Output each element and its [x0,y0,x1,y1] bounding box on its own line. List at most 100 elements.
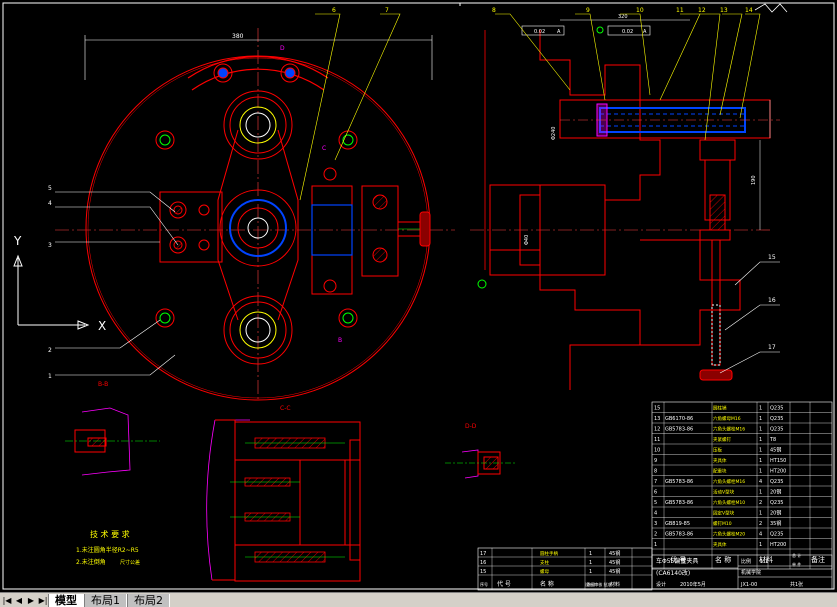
bom-row-qty: 2 [759,500,762,506]
school-name: 机械学院 [741,569,761,576]
bom-row-material: Q235 [770,500,783,506]
tab-layout-2[interactable]: 布局2 [127,593,170,607]
bom-row-name: 活动V型块 [713,489,735,496]
bom-table: 15 圆柱销 1 Q23513 GB6170-86 六角螺母M16 1 Q23512 GB578… [651,401,833,570]
bom-row-name: 六角头螺栓M16 [713,478,745,485]
section-dd-label: D-D [465,423,477,430]
bom-row-no: 13 [654,416,660,422]
side-leader-14: 14 [745,7,753,14]
side-leader-15: 15 [768,254,776,261]
bom-row-qty: 1 [759,458,762,464]
leader-2: 2 [48,347,52,354]
tab-prev-icon[interactable]: ◀ [14,594,24,606]
bom-row-name: 配重块 [713,468,727,475]
bom-left-row-no: 15 [480,569,486,575]
leader-4: 4 [48,200,52,207]
bom-row-name: 六角头螺栓M10 [713,499,745,506]
bom-row-name: 夹具体 [713,541,727,548]
datum-a-1: A [557,29,561,35]
side-leader-17: 17 [768,344,776,351]
front-width-dim: 380 [232,33,244,40]
bom-row-code: GB5783-86 [665,500,693,506]
bom-row-material: Q235 [770,406,783,412]
bom-row-no: 5 [654,500,657,506]
leader-1: 1 [48,373,52,380]
bom-left-header-code: 代 号 [497,580,511,588]
bom-row-material: Q235 [770,532,783,538]
bom-left-row-material: 45钢 [609,559,620,566]
bom-row-name: 压板 [713,447,722,454]
bom-row-qty: 1 [759,490,762,496]
tab-layout-1[interactable]: 布局1 [84,593,127,607]
side-dim-top: 320 [618,14,628,20]
bom-row-no: 2 [654,532,657,538]
bom-row-name: 螺钉M10 [713,520,732,527]
side-leader-12: 12 [698,7,706,14]
bom-row-qty: 1 [759,416,762,422]
bom-row-no: 10 [654,448,660,454]
bom-row-name: 六角头螺栓M20 [713,531,745,538]
bom-row-qty: 1 [759,437,762,443]
layout-tab-bar: |◀ ◀ ▶ ▶| 模型 布局1 布局2 [0,592,837,607]
bom-row-qty: 2 [759,521,762,527]
bom-row-name: 六角头螺栓M16 [713,426,745,433]
bom-row-material: HT200 [770,469,786,475]
bom-row-no: 11 [654,437,660,443]
bom-left-row-material: 45钢 [609,568,620,575]
section-mark-c: C [322,145,326,152]
section-bb: B-B [65,381,160,476]
bom-row-material: T8 [769,437,776,443]
cad-drawing-canvas[interactable]: 380 D C B 5 4 3 2 1 6 7 Y X 0.02 A 0.02 … [0,0,837,592]
section-dd: D-D [445,423,515,479]
datum-a-2: A [643,29,647,35]
section-mark-d: D [280,45,285,52]
bom-header-name: 名 称 [715,555,731,564]
ucs-icon: Y X [13,234,106,333]
bom-row-no: 4 [654,511,657,517]
front-view: 380 D C B 5 4 3 2 1 6 7 [48,7,455,401]
bom-left-row-qty: 1 [589,551,592,557]
tol-frame-1: 0.02 [534,29,545,35]
bom-row-no: 8 [654,469,657,475]
tech-req-line-1: 1.未注圆角半径R2~R5 [76,546,139,554]
side-leader-10: 10 [636,7,644,14]
bom-row-no: 3 [654,521,657,527]
tab-first-icon[interactable]: |◀ [2,594,12,606]
tech-req-line-3: 尺寸公差 [120,559,140,566]
leader-5: 5 [48,185,52,192]
sheet-count: 共1张 [790,581,803,588]
side-dim-left: Φ240 [551,127,557,140]
side-dim-right: 190 [751,175,757,185]
bom-row-material: 20钢 [770,510,781,517]
bom-header-note: 备注 [811,555,825,564]
bom-left-row-no: 16 [480,560,486,566]
bom-row-material: Q235 [770,416,783,422]
drawing-number: JX1-00 [740,582,757,588]
bom-row-name: 固定V型块 [713,510,735,517]
side-leader-9: 9 [586,7,590,14]
ucs-y-label: Y [13,234,22,248]
bom-row-qty: 1 [759,511,762,517]
bom-row-qty: 1 [759,427,762,433]
bom-row-qty: 4 [759,532,762,538]
bom-row-material: 20钢 [770,489,781,496]
title-footer: 设计 审核 批准 [585,581,612,587]
bom-left-row-name: 螺母 [540,568,549,575]
bom-left-row-no: 17 [480,551,486,557]
title-block: 车Φ55偏置夹具 (CA6140改) 比例 1:1 机械学院 设计 2010年5… [585,554,833,590]
bom-row-no: 7 [654,479,657,485]
bom-row-no: 6 [654,490,657,496]
bom-row-name: 夹紧螺钉 [713,436,731,443]
side-leader-8: 8 [492,7,496,14]
bom-row-material: 35钢 [770,520,781,527]
bom-row-qty: 1 [759,469,762,475]
bom-left-row-name: 支柱 [540,559,549,566]
tab-next-icon[interactable]: ▶ [26,594,36,606]
scale-label: 比例 [741,558,751,565]
tab-last-icon[interactable]: ▶| [38,594,48,606]
tab-model[interactable]: 模型 [48,593,84,607]
drawing-border [2,2,835,590]
bom-left-table: 17 圆柱手柄 1 45钢16 支柱 1 45钢15 螺母 1 45钢序号代 号名 称数量 材料 [477,547,653,591]
bom-row-material: Q235 [770,479,783,485]
bom-row-qty: 1 [759,542,762,548]
